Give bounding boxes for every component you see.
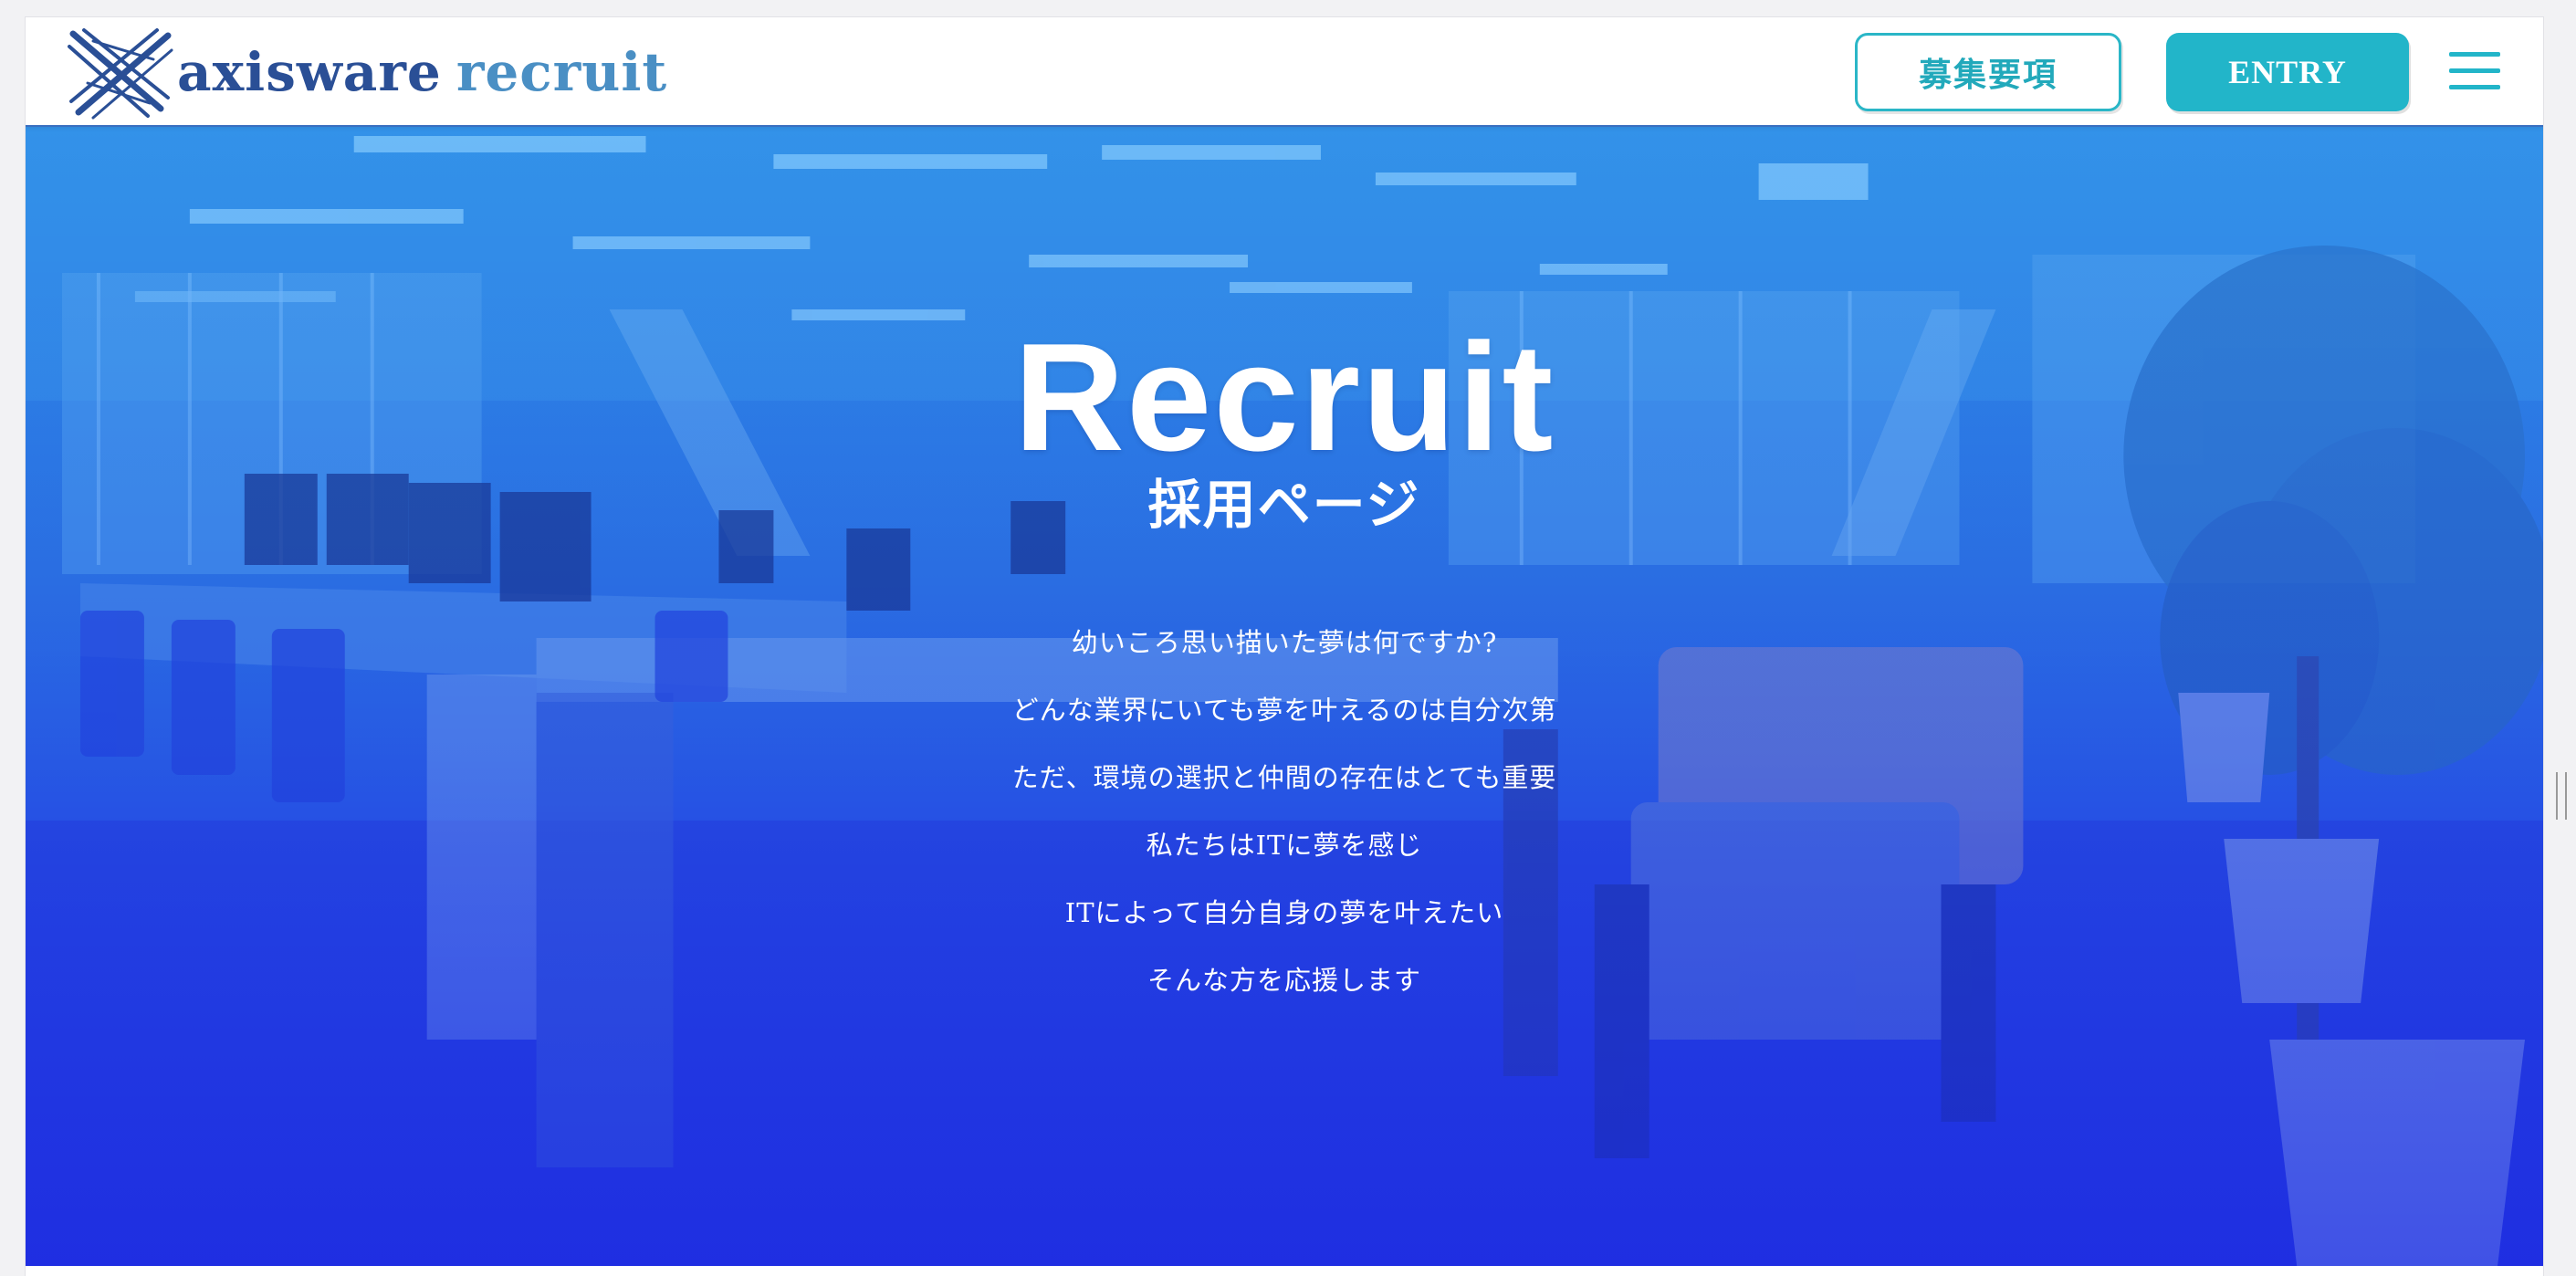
hero-message-line: 私たちはITに夢を感じ — [1146, 830, 1423, 861]
logo-secondary-text: recruit — [456, 41, 668, 103]
menu-bar — [2449, 52, 2500, 57]
page-frame: axisware recruit 募集要項 ENTRY Recruit 採用ペー… — [25, 16, 2544, 1276]
hero-message-line: 幼いころ思い描いた夢は何ですか? — [1071, 627, 1498, 658]
site-logo[interactable]: axisware recruit — [66, 25, 667, 120]
logo-wordmark: axisware recruit — [177, 46, 667, 99]
menu-bar — [2449, 85, 2500, 89]
menu-bar — [2449, 68, 2500, 73]
entry-button[interactable]: ENTRY — [2166, 33, 2409, 111]
content-start — [26, 1266, 2543, 1276]
hero-message: 幼いころ思い描いた夢は何ですか? どんな業界にいても夢を叶えるのは自分次第 ただ… — [26, 609, 2543, 1014]
hero-message-line: そんな方を応援します — [1147, 965, 1421, 996]
hero-message-line: どんな業界にいても夢を叶えるのは自分次第 — [1011, 695, 1557, 726]
requirements-button[interactable]: 募集要項 — [1855, 33, 2121, 111]
scroll-handle[interactable] — [2556, 772, 2567, 820]
site-header: axisware recruit 募集要項 ENTRY — [26, 17, 2543, 127]
hero-section: Recruit 採用ページ 幼いころ思い描いた夢は何ですか? どんな業界にいても… — [26, 127, 2543, 1266]
logo-primary-text: axisware — [177, 41, 442, 103]
hamburger-menu-icon[interactable] — [2449, 50, 2500, 94]
hero-message-line: ただ、環境の選択と仲間の存在はとても重要 — [1011, 762, 1557, 793]
hero-message-line: ITによって自分自身の夢を叶えたい — [1064, 897, 1504, 928]
axisware-logo-mark-icon — [68, 28, 173, 120]
hero-subtitle: 採用ページ — [1147, 476, 1421, 535]
hero-title: Recruit — [1013, 311, 1555, 483]
